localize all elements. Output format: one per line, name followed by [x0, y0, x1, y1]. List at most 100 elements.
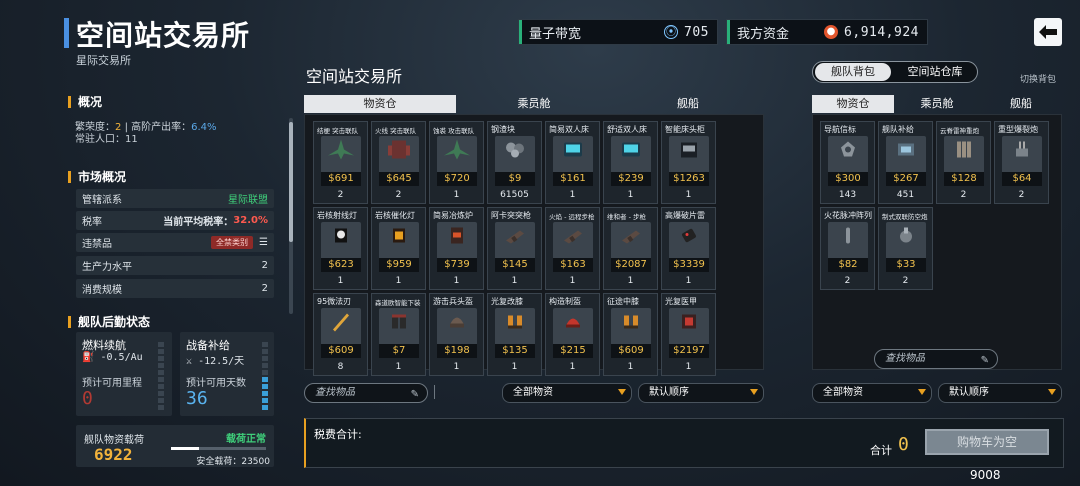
exchange-item-card[interactable]: 岩核射线灯 $623 1	[313, 207, 368, 290]
population-value: 11	[125, 134, 138, 145]
inventory-item-card[interactable]: 云脊雷神重炮 $128 2	[936, 121, 991, 204]
exchange-item-card[interactable]: 舒适双人床 $239 1	[603, 121, 658, 204]
population-line: 常驻人口：11	[75, 130, 138, 145]
exchange-item-card[interactable]: 阿卡突突枪 $145 1	[487, 207, 542, 290]
toggle-station-storage[interactable]: 空间站仓库	[896, 63, 974, 81]
fuel-title: 燃料续航	[82, 339, 126, 352]
item-name: 重型爆裂炮	[998, 125, 1038, 134]
cargo-status: 载荷正常	[226, 434, 266, 445]
item-name: 游击兵头盔	[433, 297, 473, 306]
exchange-item-card[interactable]: 智能床头柜 $1263 1	[661, 121, 716, 204]
left-scrollbar-thumb[interactable]	[289, 122, 293, 242]
exchange-filter-dropdown[interactable]: 全部物资	[502, 383, 632, 403]
armor-icon	[678, 311, 700, 336]
bandwidth-label: 量子带宽	[529, 26, 582, 42]
menu-icon[interactable]: ☰	[259, 237, 268, 248]
item-quantity: 1	[569, 190, 576, 200]
inventory-item-card[interactable]: 重型爆裂炮 $64 2	[994, 121, 1049, 204]
inv-tab-crew[interactable]: 乘员舱	[896, 95, 978, 113]
exchange-filter-label: 全部物资	[513, 387, 553, 398]
exchange-item-card[interactable]: 钢渣块 $9 61505	[487, 121, 542, 204]
exchange-search-input[interactable]: 查找物品 ✎	[304, 383, 428, 403]
level-segment	[262, 349, 268, 354]
market-row-contraband[interactable]: 违禁品 全禁类别 ☰	[76, 233, 274, 252]
inventory-search-input[interactable]: 查找物品 ✎	[874, 349, 998, 369]
item-quantity: 1	[395, 362, 402, 372]
item-name: 云脊雷神重炮	[940, 127, 979, 135]
item-quantity: 1	[569, 362, 576, 372]
exchange-sort-dropdown[interactable]: 默认顺序	[638, 383, 764, 403]
market-row-faction[interactable]: 管辖派系 星际联盟	[76, 189, 274, 208]
exchange-item-card[interactable]: 光复改膝 $135 1	[487, 293, 542, 376]
market-row-tax[interactable]: 税率 当前平均税率： 32.0%	[76, 211, 274, 230]
footer-value: 9008	[970, 468, 1001, 482]
level-segment	[158, 370, 164, 375]
item-image	[495, 308, 535, 346]
item-name: 火焰 - 远程步枪	[549, 213, 595, 221]
item-price: $33	[886, 258, 926, 272]
tax-prefix: 当前平均税率：	[163, 217, 234, 228]
exchange-item-card[interactable]: 火焰 - 远程步枪 $163 1	[545, 207, 600, 290]
cabinet-icon	[677, 140, 701, 163]
inventory-item-card[interactable]: 火花脉冲阵列 $82 2	[820, 207, 875, 290]
exchange-item-card[interactable]: 游击兵头盔 $198 1	[429, 293, 484, 376]
toggle-fleet-bag[interactable]: 舰队背包	[815, 63, 891, 81]
exchange-item-card[interactable]: 结梗 突击联队 $691 2	[313, 121, 368, 204]
tab-ships[interactable]: 舰船	[612, 95, 764, 113]
inv-tab-ships[interactable]: 舰船	[980, 95, 1062, 113]
market-row-productivity[interactable]: 生产力水平 2	[76, 256, 274, 275]
item-name: 光复改膝	[491, 297, 523, 306]
item-price: $739	[437, 258, 477, 272]
market-heading: 市场概况	[68, 171, 126, 183]
productivity-value: 2	[261, 260, 268, 271]
level-segment	[158, 398, 164, 403]
item-price: $1263	[669, 172, 709, 186]
exchange-item-card[interactable]: 征途中膝 $609 1	[603, 293, 658, 376]
exchange-item-card[interactable]: 森道欧智能下装 $7 1	[371, 293, 426, 376]
exchange-item-card[interactable]: 蚀裘 攻击联队 $720 1	[429, 121, 484, 204]
inventory-item-card[interactable]: 舰队补给 $267 451	[878, 121, 933, 204]
item-quantity: 2	[844, 276, 851, 286]
consumption-value: 2	[261, 283, 268, 294]
bandwidth-icon: ⦿	[664, 25, 679, 39]
inventory-filter-dropdown[interactable]: 全部物资	[812, 383, 932, 403]
exchange-item-card[interactable]: 岩核催化灯 $959 1	[371, 207, 426, 290]
exchange-item-card[interactable]: 简易冶炼炉 $739 1	[429, 207, 484, 290]
cart-button[interactable]: 购物车为空	[925, 429, 1049, 455]
exchange-item-card[interactable]: 光复医甲 $2197 1	[661, 293, 716, 376]
item-name: 火花脉冲阵列	[824, 211, 872, 220]
fuel-rate-value: -0.5/Au	[100, 352, 143, 363]
exchange-item-card[interactable]: 维和者 - 步枪 $2087 1	[603, 207, 658, 290]
item-price: $3339	[669, 258, 709, 272]
exchange-item-card[interactable]: 火线 突击联队 $645 2	[371, 121, 426, 204]
fuel-card: 燃料续航 ⛽ -0.5/Au 预计可用里程 0	[76, 332, 172, 416]
item-image	[669, 136, 709, 174]
inv-tab-supplies[interactable]: 物资仓	[812, 95, 894, 113]
item-quantity: 2	[337, 190, 344, 200]
item-quantity: 1	[453, 190, 460, 200]
exit-button[interactable]	[1034, 18, 1062, 46]
level-segment	[158, 391, 164, 396]
inventory-item-card[interactable]: 制式双联防空炮 $33 2	[878, 207, 933, 290]
funds-display: 我方资金 ● 6,914,924	[726, 19, 928, 45]
market-row-consumption[interactable]: 消费规模 2	[76, 279, 274, 298]
total-label: 合计	[870, 444, 892, 457]
supply-days-value: 36	[186, 388, 208, 409]
item-name: 光复医甲	[665, 297, 697, 306]
switch-bag-link[interactable]: 切换背包	[1020, 72, 1056, 85]
item-price: $2087	[611, 258, 651, 272]
item-name: 岩核催化灯	[375, 211, 415, 220]
item-quantity: 1	[453, 362, 460, 372]
exchange-item-card[interactable]: 高爆破片雷 $3339 1	[661, 207, 716, 290]
exchange-item-card[interactable]: 构造制盔 $215 1	[545, 293, 600, 376]
exchange-item-card[interactable]: 95微法刃 $609 8	[313, 293, 368, 376]
exchange-item-card[interactable]: 简易双人床 $161 1	[545, 121, 600, 204]
level-segment	[262, 391, 268, 396]
level-segment	[262, 363, 268, 368]
tab-supplies[interactable]: 物资仓	[304, 95, 456, 113]
tab-crew[interactable]: 乘员舱	[458, 95, 610, 113]
item-name: 构造制盔	[549, 297, 581, 306]
inventory-sort-dropdown[interactable]: 默认顺序	[938, 383, 1062, 403]
inventory-filter-label: 全部物资	[823, 387, 863, 398]
inventory-item-card[interactable]: 导航信标 $300 143	[820, 121, 875, 204]
